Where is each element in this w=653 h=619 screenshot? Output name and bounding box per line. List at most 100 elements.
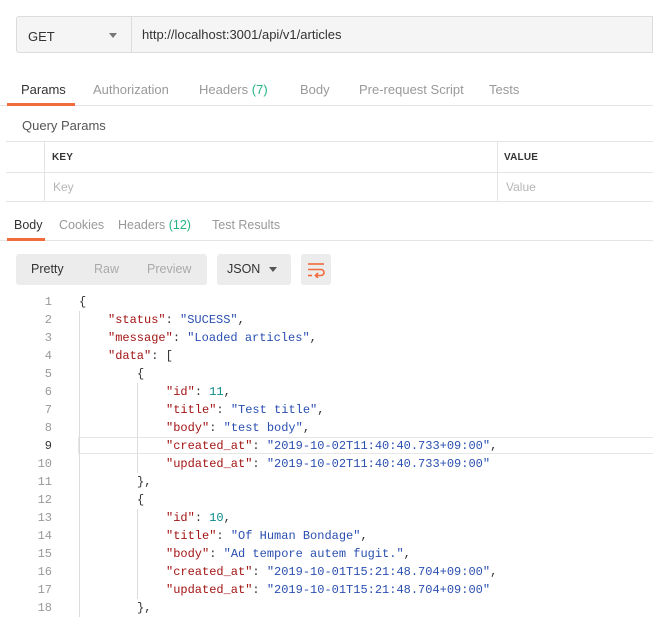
- key-input[interactable]: Key: [53, 180, 74, 194]
- json-number: 10: [209, 511, 224, 525]
- preview-button[interactable]: Preview: [147, 262, 191, 276]
- json-key: "message": [108, 331, 173, 345]
- code-line: 11},: [0, 473, 653, 491]
- line-number: 2: [44, 313, 52, 327]
- method-value: GET: [28, 29, 55, 44]
- json-punctuation: :: [194, 511, 210, 525]
- tab-tests[interactable]: Tests: [489, 82, 519, 97]
- json-key: "updated_at": [166, 457, 253, 471]
- tab-label: Tests: [489, 82, 520, 97]
- json-punctuation: :: [194, 385, 210, 399]
- indent-guide: [137, 509, 138, 599]
- json-punctuation: ,: [360, 529, 368, 543]
- json-punctuation: ,: [490, 439, 498, 453]
- method-select[interactable]: GET: [16, 16, 132, 53]
- json-key: "created_at": [166, 565, 253, 579]
- params-table: KEY VALUE Key Value: [6, 141, 653, 202]
- json-string: "Of Human Bondage": [230, 529, 361, 543]
- pretty-button[interactable]: Pretty: [31, 262, 64, 276]
- code-line: 1{: [0, 293, 653, 311]
- json-punctuation: ,: [223, 511, 231, 525]
- line-number: 12: [37, 493, 52, 507]
- raw-button[interactable]: Raw: [94, 262, 119, 276]
- value-input[interactable]: Value: [506, 180, 536, 194]
- line-number: 17: [37, 583, 52, 597]
- code-text: "body": "test body",: [166, 421, 310, 435]
- json-key: "created_at": [166, 439, 253, 453]
- chevron-down-icon: [269, 267, 277, 272]
- line-number: 16: [37, 565, 52, 579]
- json-punctuation: :: [216, 403, 231, 417]
- response-tab-test-results[interactable]: Test Results: [212, 218, 280, 232]
- code-text: "updated_at": "2019-10-02T11:40:40.733+0…: [166, 457, 490, 471]
- json-punctuation: :: [252, 565, 267, 579]
- active-tab-indicator: [7, 103, 75, 106]
- code-text: "created_at": "2019-10-01T15:21:48.704+0…: [166, 565, 497, 579]
- wrap-lines-button[interactable]: [301, 254, 331, 285]
- json-punctuation: {: [137, 367, 145, 381]
- line-number: 1: [44, 295, 52, 309]
- format-value: JSON: [227, 262, 261, 276]
- response-headers-count-badge: (12): [168, 218, 191, 232]
- active-response-tab-indicator: [7, 238, 45, 241]
- response-tab-headers[interactable]: Headers (12): [118, 218, 191, 232]
- query-params-title: Query Params: [22, 118, 106, 133]
- line-number: 3: [44, 331, 52, 345]
- tab-params[interactable]: Params: [21, 82, 66, 97]
- json-punctuation: ,: [237, 313, 245, 327]
- code-text: "data": [: [108, 349, 173, 363]
- json-string: "Test title": [230, 403, 318, 417]
- json-key: "updated_at": [166, 583, 253, 597]
- line-number: 10: [37, 457, 52, 471]
- code-line: 4 "data": [: [0, 347, 653, 365]
- json-string: "test body": [223, 421, 303, 435]
- code-line: 3 "message": "Loaded articles",: [0, 329, 653, 347]
- response-tab-cookies[interactable]: Cookies: [59, 218, 104, 232]
- tab-label: Headers: [199, 82, 249, 97]
- json-key: "id": [166, 385, 195, 399]
- code-line: 6 "id": 11,: [0, 383, 653, 401]
- tab-label: Headers: [118, 218, 166, 232]
- response-tab-body[interactable]: Body: [14, 218, 43, 232]
- indent-guide: [79, 311, 80, 617]
- format-select[interactable]: JSON: [217, 254, 291, 285]
- code-text: {: [137, 367, 144, 381]
- json-key: "body": [166, 547, 210, 561]
- json-punctuation: {: [137, 493, 145, 507]
- tab-pre-request-script[interactable]: Pre-request Script: [359, 82, 464, 97]
- code-line: 15 "body": "Ad tempore autem fugit.",: [0, 545, 653, 563]
- json-key: "status": [108, 313, 166, 327]
- code-line: 2 "status": "SUCESS",: [0, 311, 653, 329]
- json-punctuation: :: [252, 457, 267, 471]
- code-text: },: [137, 601, 151, 615]
- json-punctuation: ,: [490, 565, 498, 579]
- headers-count-badge: (7): [251, 82, 268, 97]
- code-text: {: [137, 493, 144, 507]
- line-number: 18: [37, 601, 52, 615]
- code-text: "status": "SUCESS",: [108, 313, 245, 327]
- tab-label: Params: [21, 82, 66, 97]
- code-line: 14 "title": "Of Human Bondage",: [0, 527, 653, 545]
- response-body-code[interactable]: 1{2 "status": "SUCESS", 3 "message": "Loade…: [0, 293, 653, 619]
- tab-authorization[interactable]: Authorization: [93, 82, 169, 97]
- code-text: "id": 11,: [166, 385, 231, 399]
- json-punctuation: :: [165, 313, 181, 327]
- url-input[interactable]: [132, 16, 653, 53]
- code-line: 5{: [0, 365, 653, 383]
- json-string: "Ad tempore autem fugit.": [223, 547, 404, 561]
- tab-headers[interactable]: Headers (7): [199, 82, 268, 97]
- code-text: "created_at": "2019-10-02T11:40:40.733+0…: [166, 439, 497, 453]
- code-text: "updated_at": "2019-10-01T15:21:48.704+0…: [166, 583, 490, 597]
- code-text: "id": 10,: [166, 511, 231, 525]
- json-punctuation: {: [79, 295, 87, 309]
- request-tabs: Params Authorization Headers (7) Body Pr…: [0, 66, 653, 106]
- tab-body[interactable]: Body: [300, 82, 330, 97]
- line-number: 5: [44, 367, 52, 381]
- json-punctuation: :: [172, 331, 188, 345]
- json-punctuation: :: [209, 547, 224, 561]
- json-key: "id": [166, 511, 195, 525]
- code-line: 13 "id": 10,: [0, 509, 653, 527]
- code-text: "message": "Loaded articles",: [108, 331, 317, 345]
- line-number: 13: [37, 511, 52, 525]
- key-column-header: KEY: [52, 152, 74, 163]
